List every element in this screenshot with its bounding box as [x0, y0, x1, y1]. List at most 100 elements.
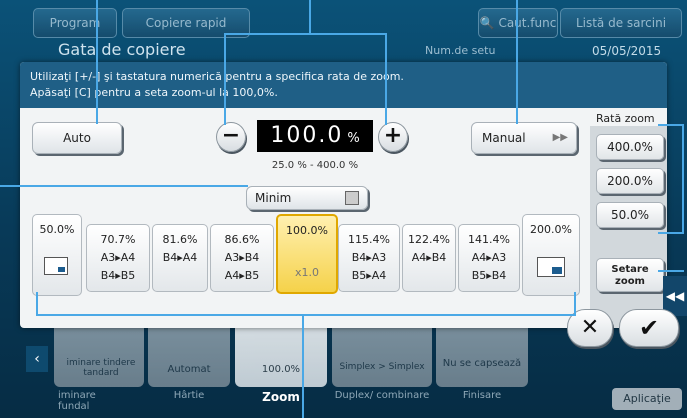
zoom-rate-400[interactable]: 400.0%	[596, 134, 664, 160]
callout-line-manual	[516, 0, 518, 124]
reduce-thumbnail-icon	[44, 257, 68, 275]
callout-line-zoomrate	[682, 124, 684, 234]
zoom-rate-400-label: 400.0%	[607, 140, 653, 154]
zoom-rate-50-label: 50.0%	[610, 208, 650, 222]
callout-line-plusminus-bar	[224, 33, 386, 35]
callout-line-presets-bar	[36, 314, 576, 316]
preset-115-4-bot: B5▸A4	[351, 269, 387, 282]
bottom-tile-5-label: Nu se capsează	[442, 358, 522, 369]
preset-70-7[interactable]: 70.7% A3▸A4 B4▸B5	[86, 224, 150, 292]
preset-70-7-mid: A3▸A4	[100, 251, 136, 264]
zoom-rate-label: Rată zoom	[596, 112, 655, 125]
preset-70-7-bot: B4▸B5	[100, 269, 136, 282]
callout-line-zoomrate-top	[658, 124, 684, 126]
enlarge-thumbnail-icon	[537, 257, 565, 277]
preset-141-4[interactable]: 141.4% A4▸A3 B5▸B4	[458, 224, 520, 292]
zoom-range-text: 25.0 % - 400.0 %	[271, 160, 359, 171]
copies-label: Num.de setu	[425, 44, 496, 57]
bottom-tile-4[interactable]: Simplex > Simplex	[332, 322, 432, 387]
zoom-unit: %	[347, 131, 360, 146]
close-icon: ✕	[580, 315, 600, 340]
instruction-bar: Utilizaţi [+/-] şi tastatura numerică pe…	[20, 62, 667, 108]
preset-115-4-mid: B4▸A3	[351, 251, 387, 264]
preset-81-6[interactable]: 81.6% B4▸A4	[152, 224, 208, 292]
callout-line-plusminus-top	[309, 0, 311, 34]
preset-100-label: 100.0%	[286, 224, 328, 237]
program-button[interactable]: Program	[33, 8, 117, 38]
plus-button[interactable]: +	[378, 122, 408, 152]
task-list-label: Listă de sarcini	[575, 16, 667, 30]
scroll-left-icon[interactable]: ‹	[26, 346, 48, 372]
preset-86-6-mid: A3▸B4	[224, 251, 260, 264]
preset-141-4-bot: B5▸B4	[471, 269, 507, 282]
zoom-value-display: 100.0%	[257, 120, 373, 152]
duplex-label: Duplex/ combinare	[334, 390, 430, 401]
check-icon: ✔	[638, 314, 660, 342]
preset-200-label: 200.0%	[530, 223, 572, 236]
callout-line-minus	[224, 33, 226, 125]
search-function-button[interactable]: 🔍 Caut.func	[478, 8, 558, 38]
application-button[interactable]: Aplicaţie	[612, 388, 682, 410]
program-label: Program	[49, 16, 101, 30]
callout-line-zoomrate-bottom	[658, 232, 684, 234]
preset-115-4[interactable]: 115.4% B4▸A3 B5▸A4	[338, 224, 400, 292]
zoom-rate-200-label: 200.0%	[607, 174, 653, 188]
bottom-tile-2-label: Automat	[167, 364, 211, 375]
search-function-label: Caut.func	[498, 16, 557, 30]
preset-81-6-label: 81.6%	[162, 233, 198, 246]
bottom-left-label: iminare fundal	[58, 390, 96, 412]
search-icon: 🔍	[479, 16, 495, 30]
checkbox-icon	[345, 191, 359, 205]
bottom-tile-zoom[interactable]: 100.0%	[235, 322, 327, 387]
set-zoom-line-2: zoom	[615, 276, 645, 287]
set-zoom-button[interactable]: Setare zoom	[596, 258, 664, 292]
bottom-tile-1-label: iminare tindere tandard	[66, 358, 136, 378]
callout-line-auto	[96, 0, 98, 124]
manual-label: Manual	[482, 131, 526, 145]
quick-copy-label: Copiere rapid	[145, 16, 227, 30]
bottom-tile-zoom-label: 100.0%	[261, 364, 301, 375]
preset-86-6-label: 86.6%	[224, 233, 260, 246]
plus-icon: +	[383, 123, 403, 148]
preset-50[interactable]: 50.0%	[32, 214, 82, 296]
date-display: 05/05/2015	[592, 44, 662, 58]
auto-button[interactable]: Auto	[32, 122, 122, 154]
callout-line-presets-down	[302, 314, 304, 418]
minus-button[interactable]: −	[216, 122, 246, 152]
preset-200[interactable]: 200.0%	[522, 214, 580, 296]
forward-arrow-icon: ▶▶	[552, 132, 568, 143]
callout-line-minimal	[0, 185, 248, 187]
instruction-line-1: Utilizaţi [+/-] şi tastatura numerică pe…	[30, 70, 404, 83]
preset-86-6-bot: A4▸B5	[224, 269, 260, 282]
preset-122-4[interactable]: 122.4% A4▸B4	[402, 224, 456, 292]
zoom-rate-200[interactable]: 200.0%	[596, 168, 664, 194]
bottom-tile-5[interactable]: Nu se capsează	[436, 322, 528, 387]
preset-86-6[interactable]: 86.6% A3▸B4 A4▸B5	[210, 224, 274, 292]
bottom-tile-1[interactable]: iminare tindere tandard	[54, 322, 144, 387]
bottom-tile-4-label: Simplex > Simplex	[339, 362, 425, 372]
preset-141-4-mid: A4▸A3	[471, 251, 507, 264]
instruction-line-2: Apăsaţi [C] pentru a seta zoom-ul la 100…	[30, 86, 278, 99]
application-label: Aplicaţie	[623, 392, 671, 405]
preset-100-selected[interactable]: 100.0% x1.0	[276, 214, 338, 294]
preset-141-4-label: 141.4%	[468, 233, 510, 246]
ok-button[interactable]: ✔	[619, 309, 679, 347]
manual-button[interactable]: Manual ▶▶	[471, 122, 577, 154]
preset-122-4-mid: A4▸B4	[411, 251, 447, 264]
preset-115-4-label: 115.4%	[348, 233, 390, 246]
finishing-label: Finisare	[462, 390, 502, 401]
auto-label: Auto	[63, 131, 91, 145]
zoom-value: 100.0	[270, 123, 344, 148]
bottom-tile-2[interactable]: Automat	[148, 322, 230, 387]
callout-line-setzoom	[658, 270, 684, 272]
preset-122-4-label: 122.4%	[408, 233, 450, 246]
zoom-rate-50[interactable]: 50.0%	[596, 202, 664, 228]
task-list-button[interactable]: Listă de sarcini	[560, 8, 682, 38]
callout-line-plus	[385, 33, 387, 125]
minimal-toggle[interactable]: Minim	[246, 186, 368, 210]
zoom-tab-label: Zoom	[262, 390, 300, 404]
set-zoom-line-1: Setare	[611, 264, 649, 275]
minimal-label: Minim	[255, 191, 292, 205]
preset-50-label: 50.0%	[39, 223, 75, 236]
preset-70-7-label: 70.7%	[100, 233, 136, 246]
